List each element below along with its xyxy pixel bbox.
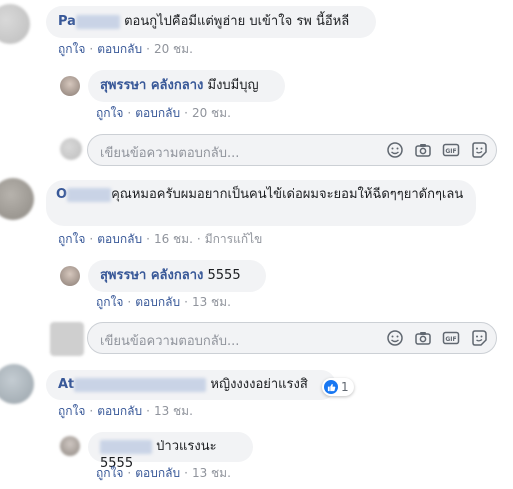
avatar[interactable]	[0, 364, 34, 404]
camera-icon[interactable]	[414, 141, 432, 159]
reply-bubble: สุพรรษา คลังกลาง 5555	[88, 260, 266, 292]
comment-author[interactable]: Pa	[58, 14, 120, 29]
timestamp[interactable]: 20 ชม.	[192, 106, 231, 120]
comment-bubble: O คุณหมอครับผมอยากเป็นคนไข้เด่อผมจะยอมให้…	[46, 180, 476, 226]
reply-placeholder: เขียนข้อความตอบกลับ...	[100, 146, 240, 161]
avatar[interactable]	[60, 76, 80, 96]
reply-bubble: ป่าวแรงนะ 5555	[88, 432, 253, 471]
comment-actions: ถูกใจ · ตอบกลับ · 13 ชม.	[58, 404, 193, 418]
like-link[interactable]: ถูกใจ	[96, 466, 123, 480]
like-icon	[324, 380, 338, 394]
reaction-count[interactable]: 1	[322, 378, 354, 396]
sticker-icon[interactable]	[470, 329, 488, 347]
avatar	[60, 138, 82, 160]
reply-text: มึงบมีบุญ	[207, 78, 259, 93]
like-count: 1	[341, 380, 349, 394]
reply-actions: ถูกใจ · ตอบกลับ · 13 ชม.	[96, 466, 231, 480]
svg-text:GIF: GIF	[445, 336, 456, 343]
comment-bubble: At หญิงงงงอย่าแรงสิ	[46, 370, 336, 400]
avatar	[50, 322, 84, 356]
comment-text: คุณหมอครับผมอยากเป็นคนไข้เด่อผมจะยอมให้ฉ…	[111, 187, 464, 202]
gif-icon[interactable]: GIF	[442, 329, 460, 347]
timestamp[interactable]: 13 ชม.	[192, 295, 231, 309]
avatar[interactable]	[60, 266, 80, 286]
comment-actions: ถูกใจ · ตอบกลับ · 20 ชม.	[58, 42, 193, 56]
sticker-icon[interactable]	[470, 141, 488, 159]
camera-icon[interactable]	[414, 329, 432, 347]
reply-author[interactable]: สุพรรษา คลังกลาง	[100, 268, 203, 283]
edited-label[interactable]: มีการแก้ไข	[205, 232, 263, 246]
reply-link[interactable]: ตอบกลับ	[97, 42, 142, 56]
like-link[interactable]: ถูกใจ	[58, 404, 85, 418]
reply-author[interactable]: สุพรรษา คลังกลาง	[100, 78, 203, 93]
avatar[interactable]	[0, 4, 30, 44]
avatar[interactable]	[0, 178, 34, 220]
blurred-name	[67, 187, 112, 202]
blurred-name	[74, 377, 207, 392]
comment-bubble: Pa ตอนกูไปคือมีแต่พูฮ่าย บเข้าใจ รพ นี้อ…	[46, 6, 376, 38]
comment-actions: ถูกใจ · ตอบกลับ · 16 ชม. · มีการแก้ไข	[58, 232, 263, 246]
like-link[interactable]: ถูกใจ	[96, 295, 123, 309]
timestamp[interactable]: 13 ชม.	[192, 466, 231, 480]
comment-text: ตอนกูไปคือมีแต่พูฮ่าย บเข้าใจ รพ นี้อีหล…	[124, 14, 350, 29]
reply-bubble: สุพรรษา คลังกลาง มึงบมีบุญ	[88, 70, 285, 102]
reply-input[interactable]: เขียนข้อความตอบกลับ... GIF	[87, 134, 497, 166]
gif-icon[interactable]: GIF	[442, 141, 460, 159]
reply-actions: ถูกใจ · ตอบกลับ · 13 ชม.	[96, 295, 231, 309]
comment-author[interactable]: O	[56, 187, 112, 202]
reply-input[interactable]: เขียนข้อความตอบกลับ... GIF	[87, 322, 497, 354]
smiley-icon[interactable]	[386, 141, 404, 159]
reply-link[interactable]: ตอบกลับ	[135, 106, 180, 120]
comment-author[interactable]: At	[58, 377, 207, 392]
blurred-name	[100, 439, 152, 454]
svg-text:GIF: GIF	[445, 148, 456, 155]
timestamp[interactable]: 20 ชม.	[154, 42, 193, 56]
timestamp[interactable]: 13 ชม.	[154, 404, 193, 418]
reply-link[interactable]: ตอบกลับ	[97, 404, 142, 418]
like-link[interactable]: ถูกใจ	[96, 106, 123, 120]
like-link[interactable]: ถูกใจ	[58, 232, 85, 246]
smiley-icon[interactable]	[386, 329, 404, 347]
reply-link[interactable]: ตอบกลับ	[97, 232, 142, 246]
timestamp[interactable]: 16 ชม.	[154, 232, 193, 246]
like-link[interactable]: ถูกใจ	[58, 42, 85, 56]
reply-placeholder: เขียนข้อความตอบกลับ...	[100, 334, 240, 349]
avatar[interactable]	[60, 436, 80, 456]
reply-actions: ถูกใจ · ตอบกลับ · 20 ชม.	[96, 106, 231, 120]
blurred-name	[75, 14, 120, 29]
reply-text: 5555	[207, 268, 241, 283]
comment-text: หญิงงงงอย่าแรงสิ	[210, 377, 308, 392]
reply-link[interactable]: ตอบกลับ	[135, 466, 180, 480]
reply-link[interactable]: ตอบกลับ	[135, 295, 180, 309]
